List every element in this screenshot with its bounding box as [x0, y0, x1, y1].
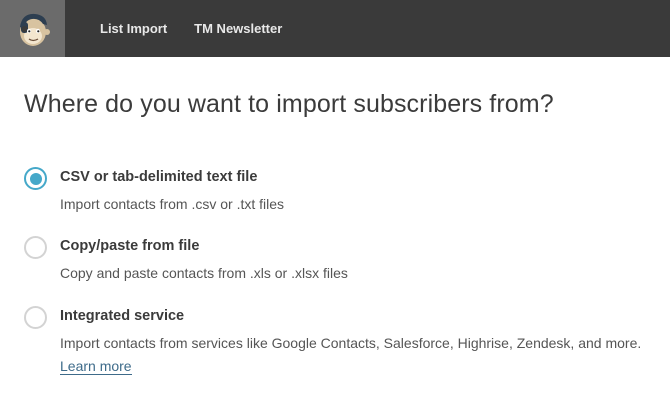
- option-description: Copy and paste contacts from .xls or .xl…: [60, 265, 348, 281]
- option-description: Import contacts from .csv or .txt files: [60, 196, 285, 212]
- option-title: Integrated service: [60, 308, 185, 324]
- option-title: Copy/paste from file: [60, 238, 200, 254]
- radio-copy-paste[interactable]: [24, 236, 47, 259]
- page-title: Where do you want to import subscribers …: [24, 90, 554, 118]
- logo-button[interactable]: [0, 0, 65, 57]
- top-nav-bar: List Import TM Newsletter: [0, 0, 670, 57]
- nav-link-list-import[interactable]: List Import: [100, 21, 167, 36]
- learn-more-link[interactable]: Learn more: [60, 358, 132, 375]
- radio-csv[interactable]: [24, 167, 47, 190]
- freddie-chimp-logo-icon: [19, 13, 50, 46]
- nav-link-tm-newsletter[interactable]: TM Newsletter: [194, 21, 282, 36]
- option-title: CSV or tab-delimited text file: [60, 169, 258, 185]
- option-description-text: Import contacts from services like Googl…: [60, 335, 642, 351]
- option-description: Import contacts from services like Googl…: [60, 332, 650, 378]
- radio-integrated-service[interactable]: [24, 306, 47, 329]
